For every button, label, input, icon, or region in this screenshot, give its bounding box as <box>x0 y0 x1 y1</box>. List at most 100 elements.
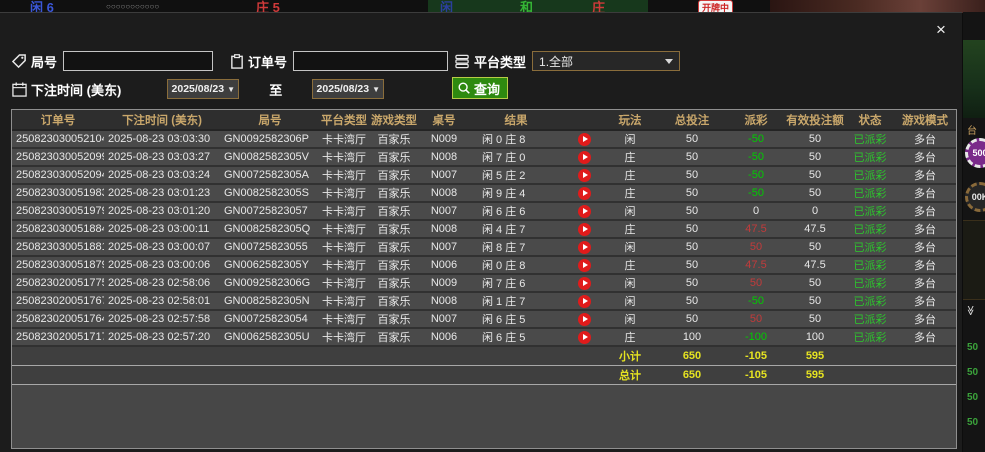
cell-side: 庄 <box>604 256 656 275</box>
order-filter: 订单号 <box>230 51 449 71</box>
cell-empty <box>846 364 956 385</box>
cell-status: 已派彩 <box>846 220 894 239</box>
cell-total-bet: 50 <box>656 292 728 311</box>
cell-result: 闲 4 庄 7 <box>468 220 564 239</box>
cell-table-no: N008 <box>420 148 468 167</box>
cell-order-no: 250823030052104 <box>12 130 104 149</box>
cell-bet-time: 2025-08-23 03:00:06 <box>104 256 220 275</box>
replay-play-icon[interactable] <box>577 168 591 182</box>
cell-result: 闲 5 庄 2 <box>468 166 564 185</box>
search-button[interactable]: 查询 <box>452 77 509 99</box>
replay-play-icon[interactable] <box>577 222 591 236</box>
cell-status: 已派彩 <box>846 292 894 311</box>
cell-total-bet: 50 <box>656 184 728 203</box>
table-row: 250823030052094 2025-08-23 03:03:24 GN0072… <box>12 166 956 185</box>
header-valid-bet: 有效投注额 <box>784 110 846 131</box>
cell-platform: 卡卡湾厅 <box>320 238 368 257</box>
background-amount: 50 <box>967 392 979 403</box>
platform-selected-value: 1.全部 <box>539 54 574 69</box>
cell-round-no: GN00725823055 <box>220 238 320 257</box>
close-icon[interactable]: × <box>932 21 950 39</box>
replay-play-icon[interactable] <box>577 186 591 200</box>
cell-mode: 多台 <box>894 202 956 221</box>
cell-order-no: 250823030051979 <box>12 202 104 221</box>
header-result: 结果 <box>468 110 564 131</box>
replay-play-icon[interactable] <box>577 132 591 146</box>
background-table-felt <box>963 40 985 118</box>
cell-replay <box>564 238 604 257</box>
cell-mode: 多台 <box>894 220 956 239</box>
platform-select[interactable]: 1.全部 <box>532 51 681 71</box>
cell-round-no: GN0092582306G <box>220 274 320 293</box>
replay-play-icon[interactable] <box>577 150 591 164</box>
cell-valid-bet: 47.5 <box>784 256 846 275</box>
cell-round-no: GN0072582305A <box>220 166 320 185</box>
calendar-icon <box>12 81 27 97</box>
cell-payout: 50 <box>728 238 784 257</box>
round-input[interactable] <box>63 51 214 71</box>
cell-replay <box>564 256 604 275</box>
subtotal-row-label: 小计 <box>604 345 656 366</box>
cell-status: 已派彩 <box>846 166 894 185</box>
cell-empty <box>12 364 604 385</box>
replay-play-icon[interactable] <box>577 312 591 326</box>
date-from-value: 2025/08/23 <box>171 83 225 95</box>
bet-history-modal: × 局号 订单号 平台类型 1.全部 下注时间 (美东) 2025/08/23 … <box>0 12 962 452</box>
cell-game-type: 百家乐 <box>368 184 420 203</box>
replay-play-icon[interactable] <box>577 294 591 308</box>
cell-side: 庄 <box>604 220 656 239</box>
subtotal-row: 小计 650 -105 595 <box>12 345 956 366</box>
cell-valid-bet: 100 <box>784 328 846 347</box>
order-input[interactable] <box>293 51 449 71</box>
bet-time-label: 下注时间 (美东) <box>31 82 122 98</box>
cell-total-bet: 50 <box>656 220 728 239</box>
replay-play-icon[interactable] <box>577 276 591 290</box>
total-row-label: 总计 <box>604 364 656 385</box>
cell-bet-time: 2025-08-23 03:03:30 <box>104 130 220 149</box>
background-amount: 50 <box>967 417 979 428</box>
cell-payout: -50 <box>728 184 784 203</box>
cell-order-no: 250823020051767 <box>12 292 104 311</box>
replay-play-icon[interactable] <box>577 330 591 344</box>
header-game-type: 游戏类型 <box>368 110 420 131</box>
chip-100k-icon: 00K <box>965 182 985 212</box>
cell-order-no: 250823030051879 <box>12 256 104 275</box>
cell-table-no: N007 <box>420 202 468 221</box>
cell-replay <box>564 130 604 149</box>
cell-game-type: 百家乐 <box>368 238 420 257</box>
cell-mode: 多台 <box>894 148 956 167</box>
replay-play-icon[interactable] <box>577 240 591 254</box>
header-table-no: 桌号 <box>420 110 468 131</box>
cell-bet-time: 2025-08-23 03:03:24 <box>104 166 220 185</box>
cell-order-no: 250823030051983 <box>12 184 104 203</box>
header-order-no: 订单号 <box>12 110 104 131</box>
date-from-picker[interactable]: 2025/08/23 ▼ <box>167 79 240 99</box>
cell-payout: 50 <box>728 274 784 293</box>
cell-payout: 0 <box>728 202 784 221</box>
background-text: ○○○○○○○○○○○ <box>106 2 160 11</box>
cell-round-no: GN0092582306P <box>220 130 320 149</box>
header-replay <box>564 110 604 131</box>
cell-round-no: GN0082582305N <box>220 292 320 311</box>
cell-platform: 卡卡湾厅 <box>320 220 368 239</box>
replay-play-icon[interactable] <box>577 258 591 272</box>
cell-side: 闲 <box>604 130 656 149</box>
cell-total-bet: 50 <box>656 256 728 275</box>
cell-bet-time: 2025-08-23 03:03:27 <box>104 148 220 167</box>
cell-game-type: 百家乐 <box>368 220 420 239</box>
date-to-picker[interactable]: 2025/08/23 ▼ <box>312 79 385 99</box>
cell-total-bet: 50 <box>656 202 728 221</box>
cell-valid-bet: 50 <box>784 292 846 311</box>
cell-payout: -100 <box>728 328 784 347</box>
replay-play-icon[interactable] <box>577 204 591 218</box>
cell-game-type: 百家乐 <box>368 202 420 221</box>
cell-payout: -50 <box>728 148 784 167</box>
cell-replay <box>564 148 604 167</box>
table-row: 250823030052099 2025-08-23 03:03:27 GN0082… <box>12 148 956 167</box>
cell-payout: 47.5 <box>728 220 784 239</box>
cell-mode: 多台 <box>894 166 956 185</box>
table-row: 250823020051764 2025-08-23 02:57:58 GN0072… <box>12 310 956 329</box>
cell-bet-time: 2025-08-23 03:01:20 <box>104 202 220 221</box>
cell-result: 闲 9 庄 4 <box>468 184 564 203</box>
cell-status: 已派彩 <box>846 130 894 149</box>
